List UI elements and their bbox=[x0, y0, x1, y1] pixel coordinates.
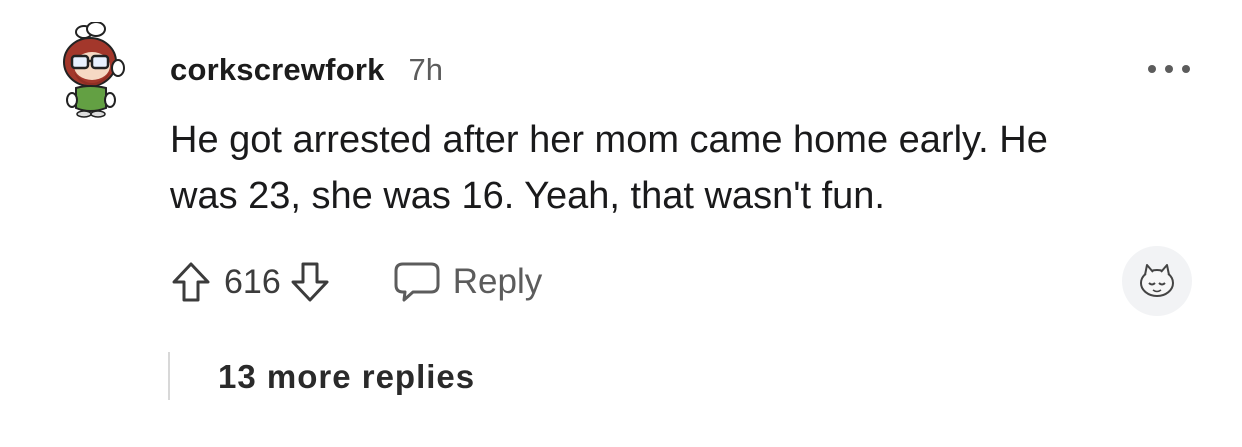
upvote-button[interactable] bbox=[166, 257, 216, 307]
award-button[interactable] bbox=[1122, 246, 1192, 316]
more-replies-link[interactable]: 13 more replies bbox=[218, 358, 475, 396]
upvote-arrow-icon bbox=[172, 262, 210, 302]
comment-author[interactable]: corkscrewfork bbox=[170, 52, 385, 88]
comment-timestamp: 7h bbox=[408, 52, 444, 87]
award-snoo-icon bbox=[1140, 264, 1174, 297]
more-options-icon bbox=[1148, 65, 1156, 73]
comment-action-bar: 616 Reply bbox=[166, 254, 542, 310]
comment-header: corkscrewfork 7h bbox=[170, 52, 443, 92]
more-options-button[interactable] bbox=[1148, 62, 1190, 76]
reply-label: Reply bbox=[452, 262, 543, 301]
comment-body: He got arrested after her mom came home … bbox=[170, 112, 1200, 224]
snoo-avatar-icon bbox=[63, 21, 125, 118]
comment-body-line: was 23, she was 16. Yeah, that wasn't fu… bbox=[170, 175, 885, 217]
avatar[interactable] bbox=[60, 21, 132, 118]
chat-bubble-icon bbox=[394, 262, 440, 302]
more-options-icon bbox=[1165, 65, 1173, 73]
more-options-icon bbox=[1182, 65, 1190, 73]
reply-button[interactable]: Reply bbox=[393, 261, 542, 303]
downvote-arrow-icon bbox=[291, 262, 329, 302]
comment-body-line: He got arrested after her mom came home … bbox=[170, 119, 1048, 161]
vote-score: 616 bbox=[224, 262, 281, 301]
thread-line bbox=[168, 352, 170, 400]
downvote-button[interactable] bbox=[285, 257, 335, 307]
